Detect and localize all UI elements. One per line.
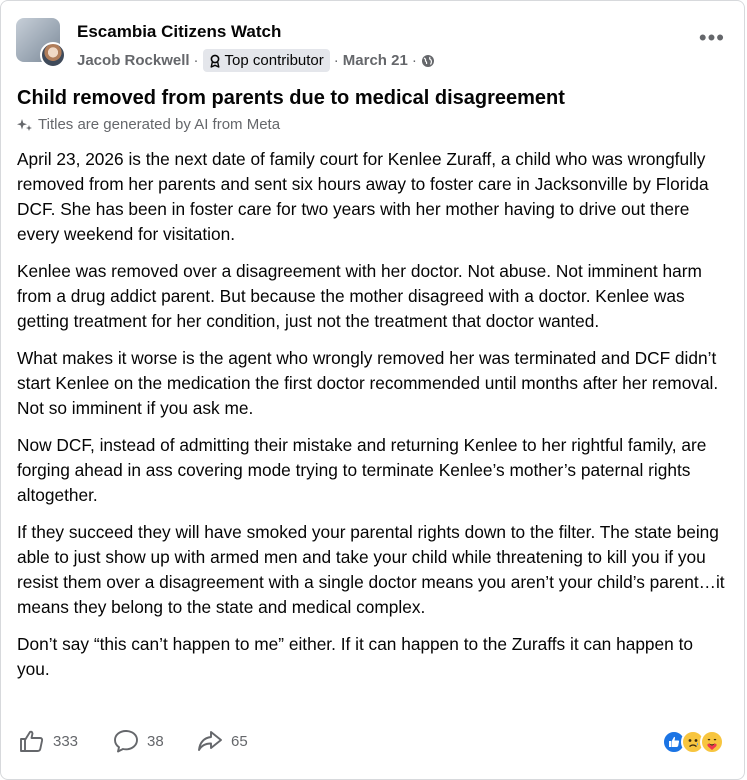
comment-count: 38 xyxy=(147,732,164,750)
comment-bubble-icon xyxy=(114,730,138,753)
post-actions: 333 38 65 xyxy=(17,729,724,759)
separator: · xyxy=(193,52,199,69)
user-avatar[interactable] xyxy=(40,42,66,68)
post-paragraph: Don’t say “this can’t happen to me” eith… xyxy=(17,634,693,679)
post-paragraph: Now DCF, instead of admitting their mist… xyxy=(17,435,707,505)
globe-icon[interactable] xyxy=(421,54,435,68)
badge-label: Top contributor xyxy=(224,52,324,69)
more-options-button[interactable]: ••• xyxy=(699,27,725,49)
sparkle-icon xyxy=(17,118,32,131)
author-name[interactable]: Jacob Rockwell xyxy=(77,52,190,69)
group-name[interactable]: Escambia Citizens Watch xyxy=(77,22,281,42)
ai-title-note: Titles are generated by AI from Meta xyxy=(17,116,280,133)
post-card: Escambia Citizens Watch Jacob Rockwell ·… xyxy=(0,0,745,780)
post-body: April 23, 2026 is the next date of famil… xyxy=(17,147,729,694)
post-meta: Jacob Rockwell · Top contributor · March… xyxy=(77,49,435,72)
reaction-summary[interactable] xyxy=(662,730,724,754)
comment-button[interactable]: 38 xyxy=(113,729,164,753)
separator: · xyxy=(411,52,417,69)
post-paragraph: If they succeed they will have smoked yo… xyxy=(17,522,725,617)
post-header: Escambia Citizens Watch Jacob Rockwell ·… xyxy=(16,16,729,72)
post-paragraph: Kenlee was removed over a disagreement w… xyxy=(17,261,702,331)
share-button[interactable]: 65 xyxy=(197,729,248,753)
post-paragraph: April 23, 2026 is the next date of famil… xyxy=(17,149,709,244)
post-title: Child removed from parents due to medica… xyxy=(17,87,565,109)
care-reaction-icon xyxy=(700,730,724,754)
contributor-badge-icon xyxy=(210,54,220,68)
share-arrow-icon xyxy=(198,731,222,751)
post-date[interactable]: March 21 xyxy=(343,52,408,69)
ai-note-text: Titles are generated by AI from Meta xyxy=(38,116,281,133)
separator: · xyxy=(333,52,339,69)
avatar[interactable] xyxy=(16,18,66,68)
like-button[interactable]: 333 xyxy=(19,729,78,753)
post-paragraph: What makes it worse is the agent who wro… xyxy=(17,348,719,418)
share-count: 65 xyxy=(231,732,248,750)
contributor-badge[interactable]: Top contributor xyxy=(202,49,330,72)
like-count: 333 xyxy=(53,732,79,750)
thumb-up-icon xyxy=(20,730,44,752)
